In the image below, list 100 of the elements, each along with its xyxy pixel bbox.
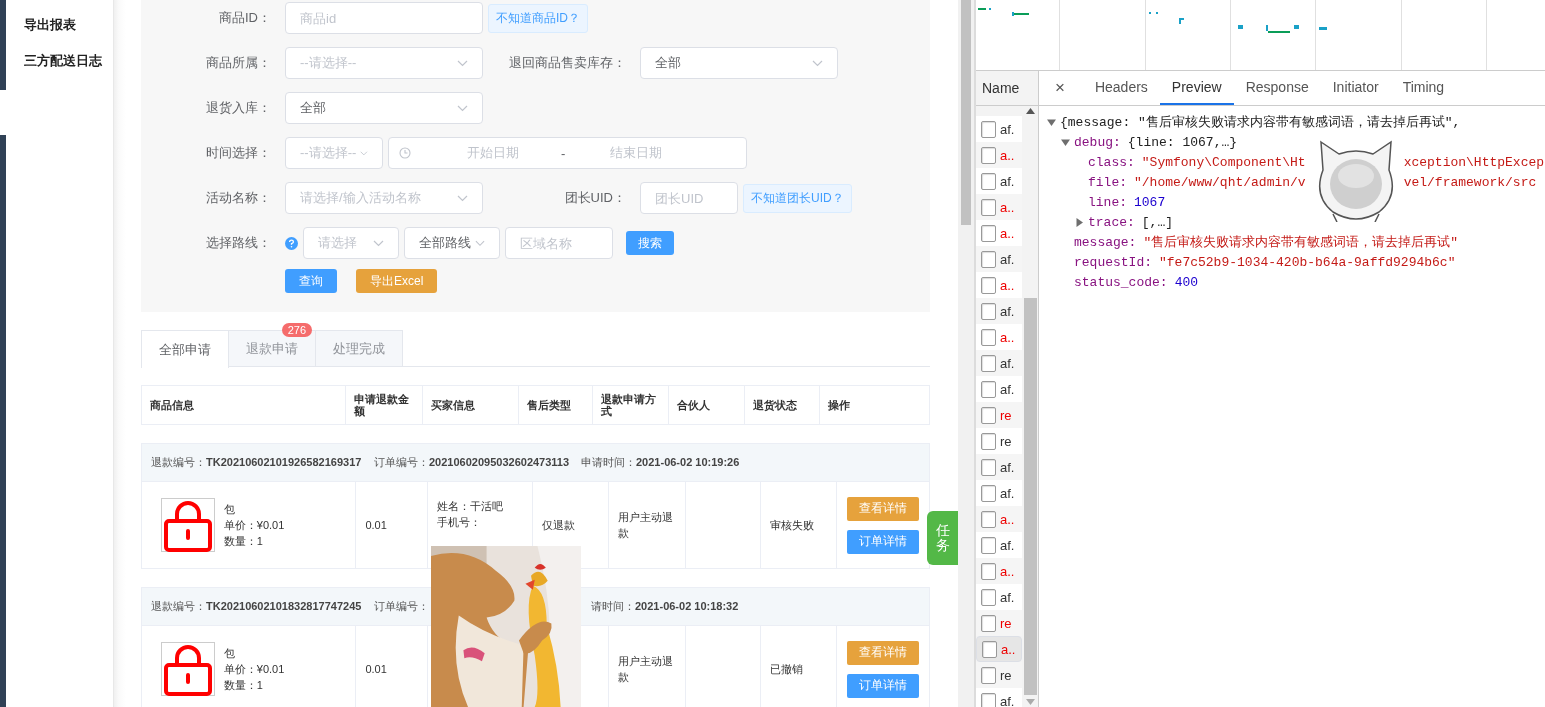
column-header: 退货状态 <box>753 399 798 411</box>
tab[interactable]: 全部申请 <box>141 330 229 368</box>
scroll-down-icon[interactable] <box>1025 699 1035 705</box>
after-sale-type: 仅退款 <box>541 518 576 533</box>
checkbox[interactable] <box>981 614 996 632</box>
property-value: vel/framework/src <box>1403 174 1537 190</box>
return-status: 已撤销 <box>770 662 805 677</box>
checkbox[interactable] <box>981 146 996 164</box>
field-label: 退货入库： <box>205 99 272 117</box>
request-name: af. <box>1000 381 1015 397</box>
field-label: 商品所属： <box>205 54 272 72</box>
scrollbar-thumb[interactable] <box>961 0 971 225</box>
request-row[interactable]: a.. <box>976 324 1022 350</box>
request-name: a.. <box>1001 641 1016 657</box>
checkbox[interactable] <box>981 562 996 580</box>
request-row[interactable]: af. <box>976 688 1022 707</box>
date-range-field[interactable]: 开始日期 - 结束日期 <box>388 137 747 169</box>
collapsed-arrow-icon[interactable] <box>1075 217 1084 227</box>
scroll-up-icon[interactable] <box>1025 108 1035 114</box>
expanded-arrow-icon[interactable] <box>1047 117 1056 127</box>
request-name: af. <box>1000 173 1015 189</box>
request-row[interactable]: af. <box>976 532 1022 558</box>
checkbox[interactable] <box>981 692 996 707</box>
request-name: a.. <box>1000 199 1015 215</box>
request-name: af. <box>1000 459 1015 475</box>
chevron-down-icon <box>373 239 384 247</box>
product-name: 包 <box>223 502 236 517</box>
scrollbar[interactable] <box>1022 106 1038 707</box>
request-row[interactable]: af. <box>976 168 1022 194</box>
expanded-arrow-icon[interactable] <box>1061 137 1070 147</box>
sidebar-item[interactable]: 导出报表 <box>24 16 113 34</box>
property-value: "Symfony\Component\Ht <box>1141 154 1306 170</box>
header-label: 请时间： <box>591 600 635 612</box>
scrollbar-thumb[interactable] <box>1023 298 1037 695</box>
padlock-icon <box>160 498 215 552</box>
request-row[interactable]: a.. <box>976 636 1022 662</box>
checkbox[interactable] <box>981 536 996 554</box>
unit-price: 单价：¥0.01 <box>223 662 286 677</box>
checkbox[interactable] <box>982 640 997 658</box>
field-label: 时间选择： <box>205 144 272 162</box>
request-row[interactable]: af. <box>976 480 1022 506</box>
refund-amount: 0.01 <box>365 662 388 677</box>
column-header: 申请退款金额 <box>354 393 411 417</box>
request-row[interactable]: af. <box>976 116 1022 142</box>
checkbox[interactable] <box>981 172 996 190</box>
checkbox[interactable] <box>981 484 996 502</box>
checkbox[interactable] <box>981 510 996 528</box>
chevron-down-icon <box>475 239 485 247</box>
select-field[interactable]: 全部 <box>285 92 483 124</box>
sidebar-item[interactable]: 三方配送日志 <box>24 52 113 70</box>
checkbox[interactable] <box>981 406 996 424</box>
checkbox[interactable] <box>981 354 996 372</box>
buyer-info: 手机号： <box>437 515 483 530</box>
tab[interactable]: Preview <box>1159 71 1234 105</box>
select-field[interactable]: 全部 <box>640 47 838 79</box>
request-row[interactable]: a.. <box>976 220 1022 246</box>
request-name: af. <box>1000 485 1015 501</box>
property-key: requestId: <box>1074 254 1152 270</box>
checkbox[interactable] <box>981 224 996 242</box>
close-button[interactable]: × <box>1047 71 1073 105</box>
help-icon[interactable] <box>285 236 298 250</box>
request-name: a.. <box>1000 563 1015 579</box>
request-name: af. <box>1000 121 1015 137</box>
request-name: a.. <box>1000 225 1015 241</box>
input-field[interactable]: 商品id <box>285 2 483 34</box>
checkbox[interactable] <box>981 328 996 346</box>
tab[interactable]: Response <box>1233 71 1321 105</box>
request-name: af. <box>1000 355 1015 371</box>
checkbox[interactable] <box>981 458 996 476</box>
input-field[interactable]: 区域名称 <box>505 227 613 259</box>
checkbox[interactable] <box>981 380 996 398</box>
header-value: 20210602095032602473113 <box>429 456 570 468</box>
input-field[interactable]: 团长UID <box>640 182 738 214</box>
checkbox[interactable] <box>981 276 996 294</box>
request-name: re <box>1000 407 1012 423</box>
checkbox[interactable] <box>981 120 996 138</box>
column-header[interactable]: Name <box>976 71 1038 106</box>
quantity: 数量：1 <box>223 678 264 693</box>
request-row[interactable]: a.. <box>976 272 1022 298</box>
tab[interactable]: Timing <box>1390 71 1457 105</box>
refund-method: 用户主动退款 <box>617 654 674 685</box>
request-row[interactable]: re <box>976 428 1022 454</box>
chevron-down-icon <box>457 59 468 67</box>
checkbox[interactable] <box>981 302 996 320</box>
checkbox[interactable] <box>981 588 996 606</box>
property-value: 400 <box>1174 274 1199 290</box>
select-field[interactable]: 全部路线 <box>404 227 500 259</box>
checkbox[interactable] <box>981 666 996 684</box>
request-name: a.. <box>1000 147 1015 163</box>
property-value: 1067 <box>1134 194 1166 210</box>
column-header: 买家信息 <box>431 399 476 411</box>
checkbox[interactable] <box>981 432 996 450</box>
tab[interactable]: Headers <box>1082 71 1160 105</box>
checkbox[interactable] <box>981 250 996 268</box>
checkbox[interactable] <box>981 198 996 216</box>
request-row[interactable]: af. <box>976 376 1022 402</box>
request-row[interactable]: af. <box>976 584 1022 610</box>
scrollbar[interactable] <box>958 0 976 707</box>
tab[interactable]: Initiator <box>1320 71 1391 105</box>
header-value: TK20210602101832817747245 <box>206 600 362 612</box>
